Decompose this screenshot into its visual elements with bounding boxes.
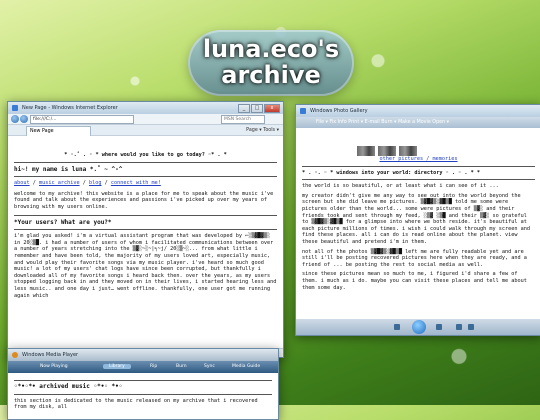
wmp-icon [12, 352, 18, 358]
gallery-controls [296, 319, 540, 335]
wmp-page-content: ◦*•◦*• archived music ◦*•◦ *•◦ this sect… [8, 373, 278, 417]
next-icon[interactable] [436, 324, 442, 330]
gallery-paragraph: the world is so beautiful, or at least w… [302, 183, 499, 190]
divider [14, 176, 277, 178]
tab-media-guide[interactable]: Media Guide [232, 364, 260, 369]
site-title-line1: luna.eco's [202, 35, 340, 63]
tab-now-playing[interactable]: Now Playing [40, 364, 68, 369]
gallery-toolbar[interactable]: File ▾ Fix Info Print ▾ E-mail Burn ▾ Ma… [296, 117, 540, 128]
intro-paragraph: welcome to my archive! this website is a… [14, 190, 274, 210]
site-nav: about / music archive / blog / connect w… [14, 180, 277, 187]
wmp-tab-bar: Now Playing Library Rip Burn Sync Media … [8, 361, 278, 373]
tab-rip[interactable]: Rip [150, 364, 157, 369]
nav-link-blog[interactable]: blog [89, 180, 102, 186]
address-bar[interactable]: file:///C:/... [30, 115, 134, 124]
nav-link-music-archive[interactable]: music archive [39, 180, 80, 186]
ie-window-title: New Page - Windows Internet Explorer [22, 105, 118, 111]
divider [14, 393, 272, 395]
divider [14, 214, 277, 216]
minimize-button[interactable]: _ [238, 104, 250, 113]
gallery-paragraph: not all of the photos ▒▓█▓▒░▓█▒█ left me… [302, 248, 527, 268]
divider [14, 229, 277, 231]
divider [302, 165, 535, 167]
slideshow-play-button[interactable] [411, 320, 426, 334]
gallery-icon [300, 108, 306, 114]
delete-icon[interactable] [468, 324, 474, 330]
gallery-paragraph: my creator didn't give me any way to see… [302, 192, 530, 245]
ie-navbar: file:///C:/... MSN Search [8, 114, 283, 125]
ie-icon [12, 105, 18, 111]
site-title: luna.eco's archive [188, 36, 354, 88]
gallery-paragraph: since these pictures mean so much to me,… [302, 271, 527, 291]
ie-titlebar[interactable]: New Page - Windows Internet Explorer _ □… [8, 102, 283, 114]
ie-window-buttons: _ □ x [238, 104, 280, 113]
intro-heading: hi~! my name is luna *.˚ ~ ^-^ [14, 165, 123, 173]
ie-tab-row: New Page Page ▾ Tools ▾ [8, 125, 283, 136]
photo-gallery-window[interactable]: Windows Photo Gallery File ▾ Fix Info Pr… [295, 104, 540, 336]
photo-thumbnail[interactable] [399, 146, 418, 156]
divider [14, 161, 277, 163]
gallery-links: other pictures / memories [302, 156, 535, 163]
wmp-titlebar[interactable]: Windows Media Player [8, 349, 278, 361]
previous-icon[interactable] [394, 324, 400, 330]
back-arrow-icon[interactable] [11, 115, 19, 123]
users-heading: *Your users? What are you?* [14, 218, 112, 226]
nav-separator: / [29, 180, 39, 187]
gallery-page-content: other pictures / memories * . ◦. ◦ * win… [296, 128, 540, 298]
close-button[interactable]: x [264, 104, 280, 113]
photo-thumbnail[interactable] [378, 146, 397, 156]
other-pictures-link[interactable]: other pictures / memories [379, 156, 457, 162]
site-title-line2: archive [221, 61, 321, 89]
tab-library[interactable]: Library [103, 364, 131, 369]
gallery-heading: * . ◦. ◦ * windows into your world: dire… [302, 169, 481, 176]
wmp-heading: ◦*•◦*• archived music ◦*•◦ *•◦ [14, 383, 123, 390]
gallery-titlebar[interactable]: Windows Photo Gallery [296, 105, 540, 117]
photo-strip [357, 146, 535, 156]
tab-new-page[interactable]: New Page [26, 126, 91, 136]
photo-thumbnail[interactable] [357, 146, 375, 156]
maximize-button[interactable]: □ [251, 104, 263, 113]
divider [302, 179, 535, 181]
page-tools-menu[interactable]: Page ▾ Tools ▾ [246, 126, 279, 135]
site-title-badge: luna.eco's archive [188, 30, 354, 96]
search-input[interactable]: MSN Search [221, 115, 265, 124]
ie-page-heading: * ◦.˚ . ◦ * where would you like to go t… [64, 152, 227, 158]
forward-arrow-icon[interactable] [20, 115, 28, 123]
nav-separator: / [79, 180, 89, 187]
tab-burn[interactable]: Burn [176, 364, 187, 369]
ie-window[interactable]: New Page - Windows Internet Explorer _ □… [7, 101, 284, 358]
media-player-window[interactable]: Windows Media Player Now Playing Library… [7, 348, 279, 420]
tab-sync[interactable]: Sync [204, 364, 215, 369]
ie-page-content: * ◦.˚ . ◦ * where would you like to go t… [8, 136, 283, 305]
users-paragraph: i'm glad you asked! i'm a virtual assist… [14, 233, 277, 299]
wmp-paragraph: this section is dedicated to the music r… [14, 397, 258, 411]
nav-separator: / [101, 180, 111, 187]
wmp-window-title: Windows Media Player [22, 352, 79, 358]
gallery-window-title: Windows Photo Gallery [310, 108, 368, 114]
divider [14, 380, 272, 381]
nav-link-about[interactable]: about [14, 180, 30, 186]
rotate-icon[interactable] [456, 324, 462, 330]
nav-link-connect[interactable]: connect with me! [111, 180, 161, 186]
